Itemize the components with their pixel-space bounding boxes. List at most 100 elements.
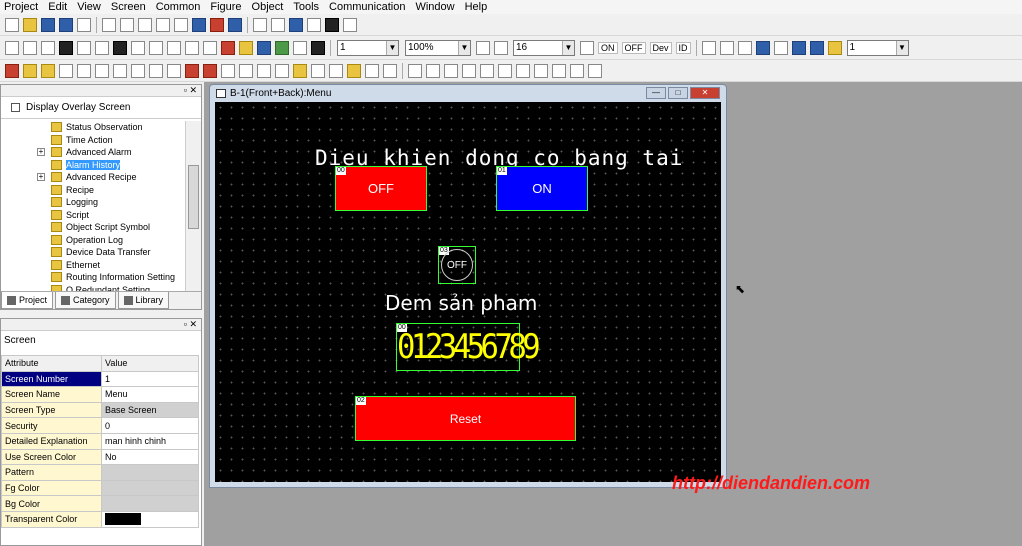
- video-icon[interactable]: [311, 40, 325, 55]
- tab-category[interactable]: Category: [55, 292, 116, 309]
- font-size-select[interactable]: 16 ▼: [513, 39, 575, 56]
- ruler-icon[interactable]: [570, 63, 584, 78]
- tree-item[interactable]: Alarm History: [1, 159, 185, 172]
- comment-icon[interactable]: [131, 63, 145, 78]
- align-icon[interactable]: [827, 40, 842, 55]
- group-icon[interactable]: [791, 40, 806, 55]
- expand-icon[interactable]: +: [37, 148, 45, 157]
- id-toggle[interactable]: ID: [675, 41, 691, 54]
- filled-rectangle-icon[interactable]: [59, 40, 73, 55]
- copy-icon[interactable]: [120, 17, 134, 32]
- menu-item-screen[interactable]: Screen: [111, 1, 146, 13]
- panelmeter-icon[interactable]: [311, 63, 325, 78]
- property-value[interactable]: 1: [101, 370, 199, 388]
- tree-item[interactable]: Time Action: [1, 134, 185, 147]
- sector-icon[interactable]: [149, 40, 163, 55]
- alarm-list-icon[interactable]: [149, 63, 163, 78]
- rectangle-icon[interactable]: [41, 40, 55, 55]
- tree-item[interactable]: Object Script Symbol: [1, 221, 185, 234]
- scatter-graph-icon[interactable]: [275, 63, 289, 78]
- filled-circle-icon[interactable]: [113, 40, 127, 55]
- polyline-icon[interactable]: [23, 40, 37, 55]
- layer-select[interactable]: 1 ▼: [846, 39, 909, 56]
- grid-icon[interactable]: [580, 40, 594, 55]
- save-all-icon[interactable]: [59, 17, 73, 32]
- expression-icon[interactable]: [516, 63, 530, 78]
- tree-item[interactable]: Recipe: [1, 184, 185, 197]
- product-counter-display[interactable]: 00 0123456789: [396, 323, 541, 371]
- library-icon[interactable]: [289, 17, 303, 32]
- menu-item-edit[interactable]: Edit: [48, 1, 67, 13]
- image-icon[interactable]: [239, 40, 253, 55]
- text-icon[interactable]: [203, 40, 217, 55]
- property-row[interactable]: Pattern: [1, 464, 199, 481]
- tree-item[interactable]: Q Redundant Setting: [1, 284, 185, 291]
- bar-graph-icon[interactable]: [347, 63, 361, 78]
- property-icon[interactable]: [271, 17, 285, 32]
- front-icon[interactable]: [755, 40, 770, 55]
- paste-icon[interactable]: [138, 17, 152, 32]
- fill-color-icon[interactable]: [737, 40, 752, 55]
- preview-icon[interactable]: [192, 17, 206, 32]
- property-row[interactable]: Screen Name Menu: [1, 386, 199, 403]
- lamp-icon[interactable]: [23, 63, 37, 78]
- screen-list-icon[interactable]: [253, 17, 267, 32]
- chevron-down-icon[interactable]: ▼: [458, 40, 470, 55]
- arrow-right-icon[interactable]: [588, 63, 602, 78]
- part-display-icon[interactable]: [185, 63, 199, 78]
- ascii-input-icon[interactable]: [95, 63, 109, 78]
- cut-icon[interactable]: [102, 17, 116, 32]
- maximize-button[interactable]: □: [668, 87, 688, 99]
- tree-item[interactable]: Routing Information Setting: [1, 271, 185, 284]
- line-icon[interactable]: [5, 40, 19, 55]
- filter-icon[interactable]: [480, 63, 494, 78]
- tab-library[interactable]: Library: [117, 292, 170, 309]
- property-value[interactable]: Menu: [101, 386, 199, 403]
- menu-item-object[interactable]: Object: [252, 1, 284, 13]
- bitmap-icon[interactable]: [257, 40, 271, 55]
- level-icon[interactable]: [221, 63, 235, 78]
- pen-icon[interactable]: [307, 17, 321, 32]
- data-list-icon[interactable]: [444, 63, 458, 78]
- ungroup-icon[interactable]: [809, 40, 824, 55]
- historical-graph-icon[interactable]: [293, 63, 307, 78]
- back-icon[interactable]: [773, 40, 788, 55]
- chevron-down-icon[interactable]: ▼: [895, 40, 908, 55]
- property-row[interactable]: Screen Number 1: [1, 370, 199, 388]
- window-title-bar[interactable]: B-1(Front+Back):Menu — □ ✕: [210, 85, 726, 101]
- tree-item[interactable]: Status Observation: [1, 121, 185, 134]
- property-value[interactable]: [101, 495, 199, 512]
- menu-item-window[interactable]: Window: [415, 1, 454, 13]
- tree-item[interactable]: + Advanced Recipe: [1, 171, 185, 184]
- select-arrow-icon[interactable]: [325, 17, 339, 32]
- recipe-icon[interactable]: [383, 63, 397, 78]
- hmi-canvas[interactable]: Dieu khien dong co bang tai 00 OFF 01 ON…: [215, 102, 721, 482]
- tree-item[interactable]: Device Data Transfer: [1, 246, 185, 259]
- tree-item[interactable]: Logging: [1, 196, 185, 209]
- zoom-select[interactable]: 100% ▼: [405, 39, 471, 56]
- open-folder-icon[interactable]: [23, 17, 37, 32]
- link-icon[interactable]: [534, 63, 548, 78]
- input-icon[interactable]: [498, 63, 512, 78]
- color-swatch[interactable]: [105, 513, 141, 526]
- paint-icon[interactable]: [221, 40, 235, 55]
- property-value[interactable]: Base Screen: [101, 401, 199, 419]
- part-movement-icon[interactable]: [203, 63, 217, 78]
- off-toggle[interactable]: OFF: [621, 41, 646, 54]
- datetime-icon[interactable]: [113, 63, 127, 78]
- tree-scrollbar[interactable]: [185, 121, 201, 291]
- property-value[interactable]: No: [101, 448, 199, 466]
- property-row[interactable]: Detailed Explanation man hinh chinh: [1, 432, 199, 450]
- scale-icon[interactable]: [167, 40, 181, 55]
- tree-item[interactable]: Ethernet: [1, 259, 185, 272]
- pin-close-icon[interactable]: ▫ ✕: [184, 85, 197, 96]
- property-row[interactable]: Transparent Color: [1, 510, 199, 528]
- tab-project[interactable]: Project: [1, 292, 54, 309]
- expand-icon[interactable]: +: [37, 173, 45, 182]
- tree-item[interactable]: Script: [1, 209, 185, 222]
- on-switch-button[interactable]: 01 ON: [496, 166, 588, 211]
- property-row[interactable]: Use Screen Color No: [1, 448, 199, 466]
- property-value[interactable]: man hinh chinh: [101, 432, 199, 450]
- dev-toggle[interactable]: Dev: [649, 41, 672, 54]
- status-lamp[interactable]: 03 OFF: [438, 246, 476, 284]
